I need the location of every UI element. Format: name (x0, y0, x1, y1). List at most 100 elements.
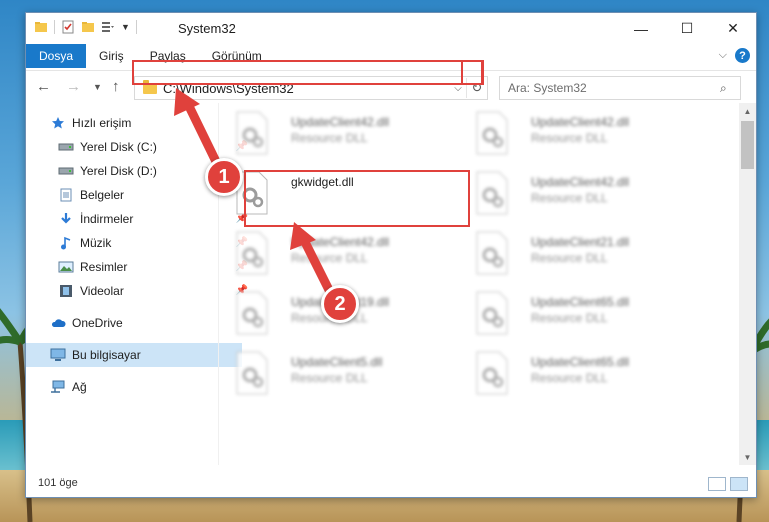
file-name: UpdateClient42.dll (291, 115, 390, 129)
expand-ribbon-icon[interactable]: ⌵ (719, 49, 727, 62)
sidebar-item-network[interactable]: Ağ (26, 375, 242, 399)
help-button[interactable]: ? (735, 48, 750, 63)
computer-icon (50, 348, 66, 362)
dll-file-icon (476, 171, 508, 215)
file-name: UpdateClient42.dll (531, 115, 630, 129)
sidebar-item-label: Belgeler (80, 188, 125, 202)
network-icon (50, 380, 66, 394)
sidebar-item-downloads[interactable]: İndirmeler 📌 (26, 207, 250, 231)
dll-file-icon (236, 231, 268, 275)
new-folder-icon[interactable] (81, 20, 95, 34)
toolbar-separator (54, 20, 55, 34)
close-button[interactable]: ✕ (710, 13, 756, 44)
file-type: Resource DLL (531, 131, 608, 145)
download-icon (58, 212, 74, 226)
file-type: Resource DLL (291, 251, 368, 265)
scroll-up-icon[interactable]: ▲ (739, 103, 756, 119)
large-icons-view-icon[interactable] (730, 477, 748, 491)
dll-file-icon (476, 111, 508, 155)
vertical-scrollbar[interactable]: ▲ ▼ (739, 103, 756, 465)
sidebar-item-videos[interactable]: Videolar 📌 (26, 279, 250, 303)
sidebar-item-label: Yerel Disk (D:) (80, 164, 157, 178)
window-controls: — ☐ ✕ (618, 13, 756, 44)
sidebar-item-onedrive[interactable]: OneDrive (26, 311, 242, 335)
sidebar-item-label: Resimler (80, 260, 128, 274)
file-item[interactable]: UpdateClient5.dll Resource DLL (221, 347, 451, 405)
scrollbar-thumb[interactable] (741, 121, 754, 169)
file-item[interactable]: UpdateClient65.dll Resource DLL (461, 287, 691, 345)
file-type: Resource DLL (291, 131, 368, 145)
search-box[interactable]: Ara: System32 ⌕ (499, 76, 741, 100)
cloud-icon (50, 316, 66, 330)
dll-file-icon (476, 351, 508, 395)
folder-icon (35, 22, 47, 32)
sidebar-item-this-pc[interactable]: Bu bilgisayar (26, 343, 242, 367)
status-bar: 101 öge (26, 467, 756, 497)
drive-icon (58, 164, 74, 178)
maximize-button[interactable]: ☐ (664, 13, 710, 44)
dll-file-icon (476, 231, 508, 275)
sidebar-item-label: OneDrive (72, 316, 123, 330)
scroll-down-icon[interactable]: ▼ (739, 449, 756, 465)
file-type: Resource DLL (531, 191, 608, 205)
window-title: System32 (178, 21, 236, 36)
dll-file-icon (236, 351, 268, 395)
item-count: 101 öge (38, 477, 78, 489)
search-input[interactable]: Ara: System32 (500, 81, 720, 95)
file-item[interactable]: UpdateClient21.dll Resource DLL (461, 227, 691, 285)
search-icon: ⌕ (720, 80, 727, 95)
sidebar-item-pictures[interactable]: Resimler 📌 (26, 255, 250, 279)
file-item[interactable]: UpdateClient65.dll Resource DLL (461, 347, 691, 405)
file-type: Resource DLL (531, 311, 608, 325)
file-name: UpdateClient65.dll (531, 295, 630, 309)
sidebar-item-label: Yerel Disk (C:) (80, 140, 157, 154)
details-view-icon[interactable] (708, 477, 726, 491)
file-list: UpdateClient42.dll Resource DLL UpdateCl… (221, 103, 737, 465)
view-toggle (708, 477, 748, 491)
tab-home[interactable]: Giriş (86, 44, 137, 68)
file-item[interactable]: UpdateClient42.dll Resource DLL (461, 107, 691, 165)
refresh-highlight (461, 60, 484, 85)
music-icon (58, 236, 74, 250)
properties-icon[interactable] (61, 20, 75, 34)
sidebar-item-label: Bu bilgisayar (72, 348, 141, 362)
file-name: UpdateClient42.dll (291, 235, 390, 249)
back-arrow-icon[interactable]: ← (36, 78, 51, 95)
step-callout-two: 2 (321, 285, 359, 323)
toolbar-separator (135, 20, 137, 34)
picture-icon (58, 260, 74, 274)
file-type: Resource DLL (291, 371, 368, 385)
tab-file[interactable]: Dosya (26, 44, 87, 68)
file-name: UpdateClient21.dll (531, 235, 630, 249)
customize-toolbar-icon[interactable] (101, 20, 115, 34)
address-bar-highlight (132, 60, 483, 85)
recent-locations-chevron-icon[interactable]: ▼ (93, 82, 102, 92)
chevron-down-icon[interactable]: ▼ (121, 22, 130, 32)
file-type: Resource DLL (531, 251, 608, 265)
dll-file-icon (476, 291, 508, 335)
navigation-pane: Hızlı erişim Yerel Disk (C:) 📌 Yerel Dis… (26, 103, 248, 465)
file-name: UpdateClient42.dll (531, 175, 630, 189)
sidebar-item-label: Hızlı erişim (72, 116, 132, 130)
sidebar-item-local-disk-c[interactable]: Yerel Disk (C:) 📌 (26, 135, 250, 159)
file-type: Resource DLL (531, 371, 608, 385)
file-name: UpdateClient5.dll (291, 355, 383, 369)
minimize-button[interactable]: — (618, 13, 664, 44)
sidebar-item-label: Müzik (80, 236, 112, 250)
video-icon (58, 284, 74, 298)
quick-access-toolbar: ▼ (34, 20, 137, 34)
pane-divider[interactable] (218, 103, 219, 465)
up-arrow-icon[interactable]: ↑ (112, 78, 120, 95)
step-callout-one: 1 (205, 158, 243, 196)
forward-arrow-icon[interactable]: → (66, 78, 81, 95)
dll-file-icon (236, 111, 268, 155)
title-bar: ▼ System32 — ☐ ✕ (26, 13, 756, 44)
file-item[interactable]: UpdateClient42.dll Resource DLL (461, 167, 691, 225)
dll-file-icon (236, 291, 268, 335)
file-item[interactable]: UpdateClient42.dll Resource DLL (221, 107, 451, 165)
sidebar-item-music[interactable]: Müzik 📌 (26, 231, 250, 255)
sidebar-item-quick-access[interactable]: Hızlı erişim (26, 111, 242, 135)
file-item[interactable]: UpdateClient42.dll Resource DLL (221, 227, 451, 285)
file-name: UpdateClient65.dll (531, 355, 630, 369)
sidebar-item-label: İndirmeler (80, 212, 134, 226)
